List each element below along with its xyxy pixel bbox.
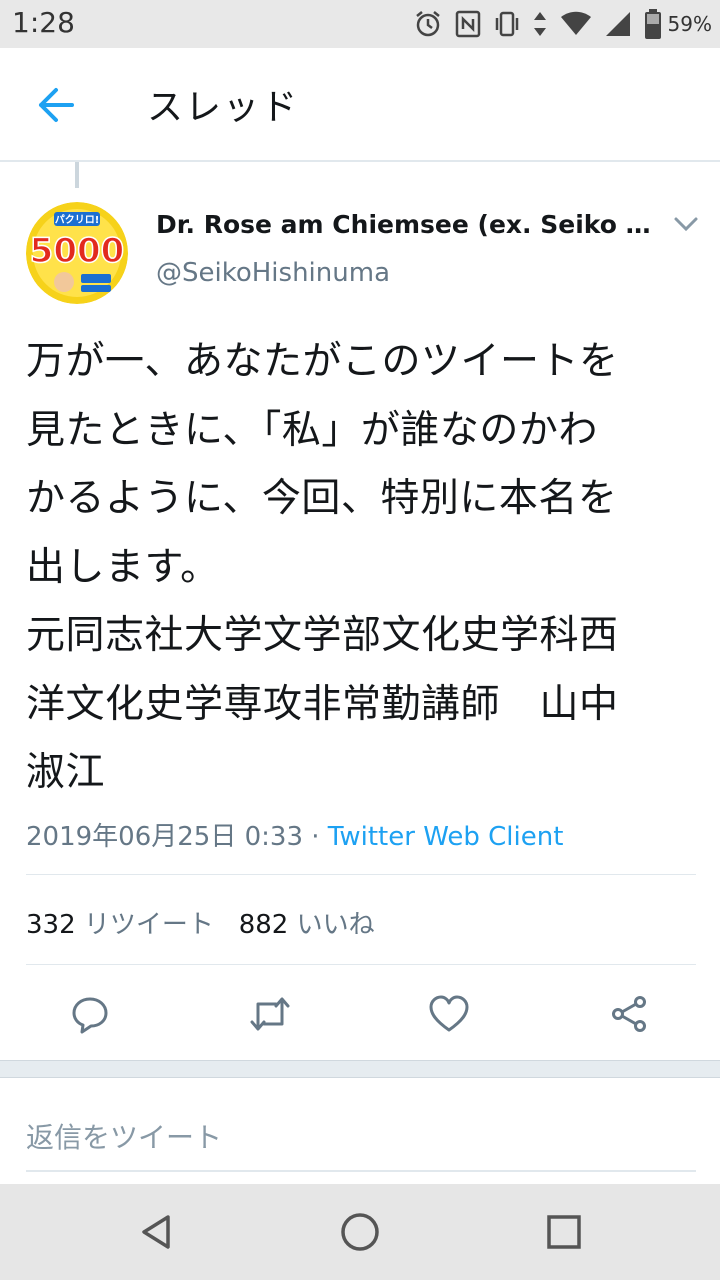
avatar-image: パクリロ! 5000 [26,202,128,304]
nav-recents-button[interactable] [538,1206,590,1258]
reply-underline [26,1170,696,1172]
meta-separator: · [303,822,328,852]
vibrate-icon [495,11,518,37]
reply-button[interactable] [58,986,122,1042]
page-title: スレッド [147,87,300,128]
alarm-icon [415,11,440,37]
tweet-text: 万が一、あなたがこのツイートを 見たときに、「私」が誰なのかわ かるように、今回… [26,339,619,795]
like-stat[interactable]: 882 いいね [239,910,375,940]
retweet-label: リツイート [83,910,214,940]
like-button[interactable] [417,986,481,1042]
status-bar: 1:28 59% [0,0,720,48]
data-arrows-icon [533,12,546,36]
status-icons: 59% [414,6,712,42]
thread-connector [75,162,79,188]
reply-input[interactable]: 返信をツイート [26,1116,222,1156]
avatar-number: 5000 [30,231,125,271]
section-separator [0,1060,720,1078]
back-triangle-icon [142,1215,170,1249]
navigation-bar [0,1184,720,1280]
tweet-client-link[interactable]: Twitter Web Client [328,822,564,852]
tweet-timestamp: 2019年06月25日 0:33 [26,822,303,852]
home-circle-icon [341,1213,379,1251]
tweet-stats: 332 リツイート 882 いいね [26,904,375,941]
recents-square-icon [547,1215,581,1249]
app-header: スレッド [0,48,720,162]
retweet-count: 332 [26,910,76,940]
nfc-icon [455,10,480,38]
tweet-meta: 2019年06月25日 0:33 · Twitter Web Client [26,816,563,853]
wifi-icon [560,11,591,35]
nav-back-button[interactable] [130,1206,182,1258]
avatar[interactable]: パクリロ! 5000 [26,202,128,304]
retweet-icon [250,997,290,1031]
like-icon [429,995,469,1032]
share-icon [612,996,646,1032]
back-button[interactable] [30,82,80,128]
retweet-button[interactable] [238,986,302,1042]
share-button[interactable] [597,986,661,1042]
signal-icon [605,12,630,36]
divider [26,874,696,875]
like-count: 882 [238,910,289,940]
avatar-banner: パクリロ! [55,214,100,226]
divider [26,964,696,965]
retweet-stat[interactable]: 332 リツイート [26,910,214,940]
chevron-down-icon [674,217,698,232]
tweet-menu-button[interactable] [672,214,700,234]
status-time: 1:28 [12,6,75,39]
nav-home-button[interactable] [334,1206,386,1258]
display-name[interactable]: Dr. Rose am Chiemsee (ex. Seiko H... [156,210,656,239]
user-handle[interactable]: @SeikoHishinuma [156,258,390,288]
arrow-left-icon [39,88,74,122]
battery-percent: 59% [667,12,712,36]
like-label: いいね [296,910,375,940]
reply-icon [72,997,108,1034]
battery-icon [644,9,661,39]
tweet-actions [26,986,696,1042]
